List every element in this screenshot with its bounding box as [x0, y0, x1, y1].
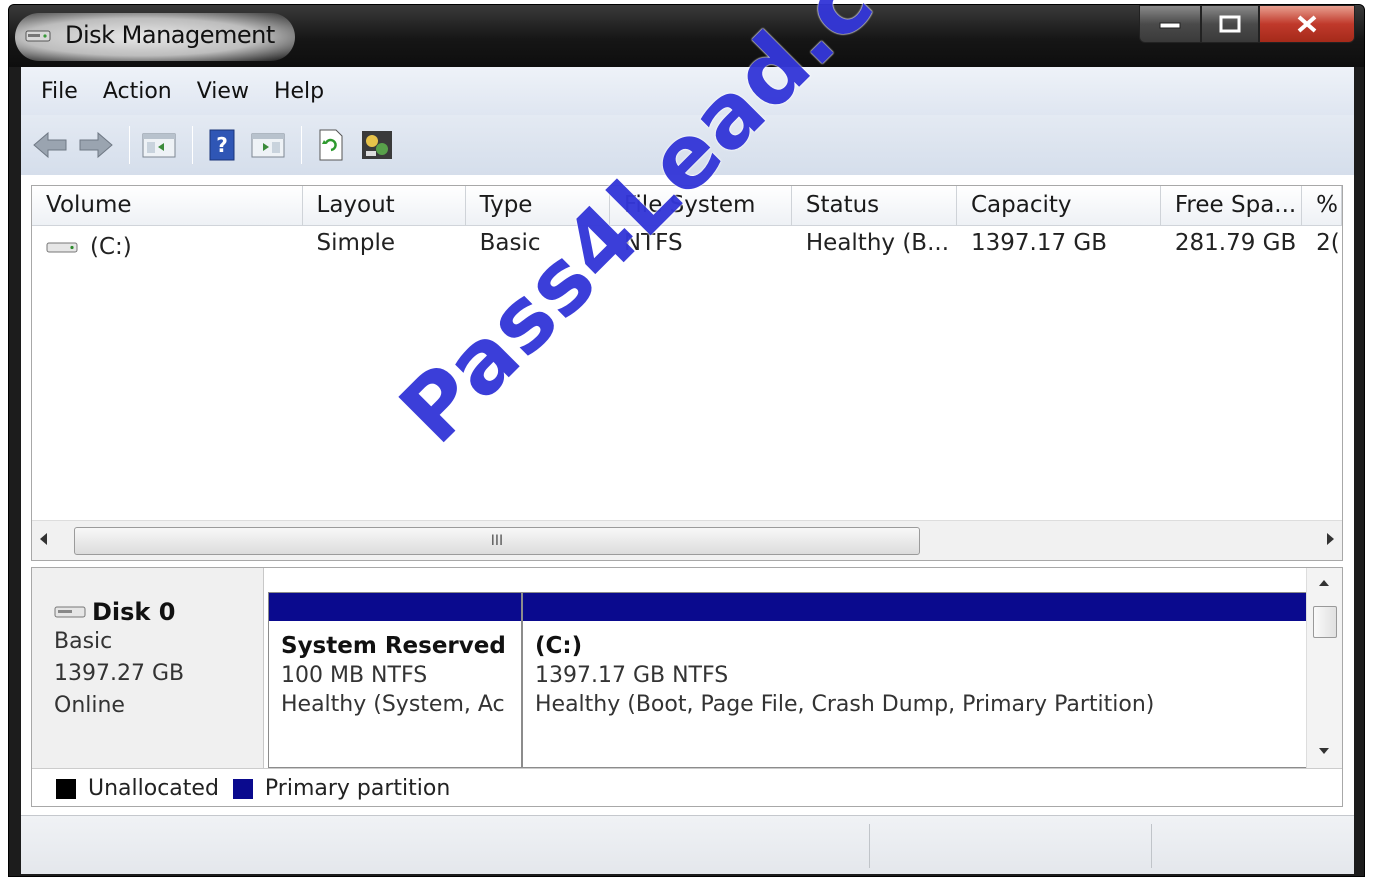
maximize-button[interactable]: [1201, 5, 1259, 43]
back-arrow-icon: [33, 131, 67, 159]
status-bar-separator: [869, 824, 870, 868]
partition-size-fs: 100 MB NTFS: [281, 663, 428, 688]
disk-state: Online: [54, 693, 125, 718]
partition-map: System Reserved 100 MB NTFS Healthy (Sys…: [268, 592, 1308, 768]
column-header-layout[interactable]: Layout: [303, 186, 466, 226]
partition-status: Healthy (Boot, Page File, Crash Dump, Pr…: [535, 692, 1155, 717]
unallocated-swatch: [56, 778, 76, 799]
console-tree-icon: [142, 133, 176, 158]
back-button[interactable]: [29, 124, 71, 166]
status-cell: Healthy (B...: [805, 230, 950, 256]
close-button[interactable]: [1259, 5, 1355, 43]
help-button[interactable]: ?: [201, 124, 243, 166]
menu-file[interactable]: File: [31, 73, 93, 110]
disk-icon: [54, 606, 86, 618]
menu-view[interactable]: View: [187, 73, 264, 110]
scroll-left-arrow-icon[interactable]: [40, 533, 47, 545]
legend-label-primary-partition: Primary partition: [264, 776, 451, 801]
toolbar-separator: [301, 126, 302, 164]
settings-button[interactable]: [356, 124, 398, 166]
partition-c[interactable]: (C:) 1397.17 GB NTFS Healthy (Boot, Page…: [522, 592, 1308, 768]
menu-help[interactable]: Help: [264, 73, 339, 110]
title-bar[interactable]: Disk Management: [9, 5, 1364, 67]
svg-text:?: ?: [216, 133, 228, 157]
menu-action[interactable]: Action: [93, 73, 187, 110]
column-header-free-space[interactable]: Free Spa...: [1161, 186, 1303, 226]
status-bar-separator: [1151, 824, 1152, 868]
forward-button[interactable]: [75, 124, 117, 166]
scroll-up-arrow-icon[interactable]: [1319, 580, 1329, 586]
minimize-icon: [1159, 22, 1181, 29]
volume-cell: (C:): [32, 228, 303, 264]
disk-0-label[interactable]: Disk 0 Basic 1397.27 GB Online: [32, 568, 264, 768]
volume-name: (C:): [90, 234, 132, 260]
disk-size: 1397.27 GB: [54, 661, 185, 686]
scroll-right-arrow-icon[interactable]: [1327, 533, 1334, 545]
settings-icon: [362, 131, 392, 159]
refresh-icon: [319, 129, 343, 161]
status-bar: [21, 815, 1354, 874]
free-space-cell: 281.79 GB: [1174, 230, 1297, 256]
minimize-button[interactable]: [1139, 5, 1201, 43]
primary-partition-swatch: [232, 778, 253, 799]
show-action-pane-button[interactable]: [247, 124, 289, 166]
disk-type: Basic: [54, 629, 113, 654]
table-row[interactable]: (C:) Simple Basic NTFS Healthy (B... 139…: [32, 228, 1342, 264]
close-icon: [1297, 15, 1317, 33]
toolbar-separator: [192, 126, 193, 164]
partition-system-reserved[interactable]: System Reserved 100 MB NTFS Healthy (Sys…: [268, 592, 522, 768]
primary-partition-bar: [523, 593, 1307, 621]
partition-name: System Reserved: [281, 633, 506, 659]
help-icon: ?: [209, 129, 235, 161]
window-title: Disk Management: [65, 21, 275, 49]
column-header-status[interactable]: Status: [792, 186, 957, 226]
scroll-grip: III: [490, 533, 504, 549]
capacity-cell: 1397.17 GB: [970, 230, 1108, 256]
legend: Unallocated Primary partition: [32, 768, 1342, 806]
primary-partition-bar: [269, 593, 521, 621]
horizontal-scrollbar[interactable]: III: [32, 520, 1342, 560]
maximize-icon: [1219, 15, 1241, 33]
column-header-capacity[interactable]: Capacity: [957, 186, 1161, 226]
column-header-percent-free[interactable]: %: [1302, 186, 1342, 226]
layout-cell: Simple: [316, 230, 396, 256]
vertical-scrollbar[interactable]: [1306, 568, 1342, 768]
scroll-thumb[interactable]: III: [74, 527, 920, 555]
column-header-volume[interactable]: Volume: [32, 186, 303, 226]
disk-management-app-icon: [25, 30, 51, 42]
partition-size-fs: 1397.17 GB NTFS: [535, 663, 729, 688]
action-pane-icon: [251, 133, 285, 158]
drive-icon: [46, 242, 78, 253]
scroll-down-arrow-icon[interactable]: [1319, 748, 1329, 754]
legend-label-unallocated: Unallocated: [88, 776, 219, 801]
disk-name: Disk 0: [92, 598, 176, 626]
toolbar-separator: [129, 126, 130, 164]
scroll-thumb[interactable]: [1313, 606, 1337, 638]
partition-status: Healthy (System, Ac: [281, 692, 505, 717]
forward-arrow-icon: [79, 131, 113, 159]
percent-free-cell: 2(: [1316, 230, 1340, 256]
partition-name: (C:): [535, 633, 583, 659]
disk-graphical-pane: Disk 0 Basic 1397.27 GB Online System Re…: [31, 567, 1343, 807]
show-hide-console-tree-button[interactable]: [138, 124, 180, 166]
refresh-button[interactable]: [310, 124, 352, 166]
volume-list-pane: Volume Layout Type File System Status Ca…: [31, 185, 1343, 561]
